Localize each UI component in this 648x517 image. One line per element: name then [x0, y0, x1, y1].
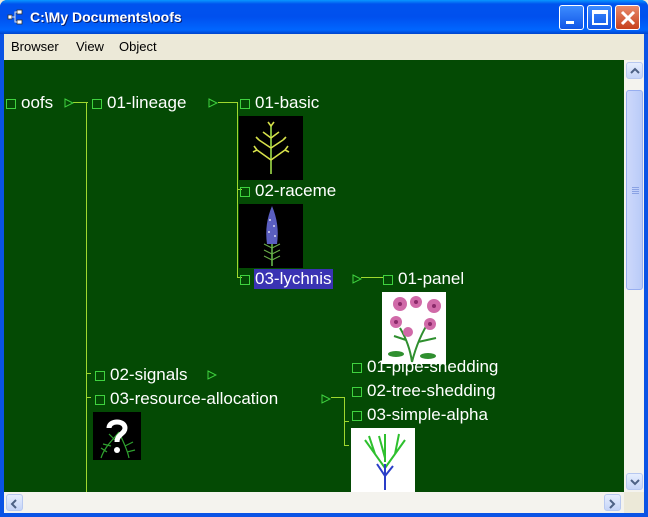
expand-arrow-icon[interactable] — [321, 394, 331, 404]
scrollbar-corner — [624, 492, 644, 513]
node-label: 01-lineage — [107, 93, 187, 112]
scroll-left-button[interactable] — [6, 494, 23, 511]
connector-line — [331, 397, 345, 398]
branching-diagram-thumbnail[interactable] — [351, 428, 415, 492]
node-box-icon — [240, 275, 250, 285]
expand-arrow-icon[interactable] — [208, 98, 218, 108]
question-thumbnail[interactable] — [93, 412, 141, 460]
plant-thumbnail-basic[interactable] — [239, 116, 303, 180]
connector-line — [344, 421, 349, 422]
minimize-icon — [566, 21, 574, 24]
client-area: Browser View Object oofs 01-lineage 01-b… — [4, 34, 644, 513]
window-title: C:\My Documents\oofs — [30, 9, 182, 25]
connector-line — [237, 102, 238, 278]
menu-bar: Browser View Object — [4, 34, 644, 58]
node-box-icon — [240, 187, 250, 197]
chevron-left-icon — [10, 499, 17, 509]
minimize-button[interactable] — [559, 5, 584, 30]
node-box-icon — [352, 387, 362, 397]
expand-arrow-icon[interactable] — [352, 274, 362, 284]
node-box-icon — [92, 99, 102, 109]
chevron-up-icon — [630, 67, 640, 74]
node-label: 01-pipe-shedding — [367, 357, 499, 376]
node-label: 02-tree-shedding — [367, 381, 496, 400]
node-label-selected: 03-lychnis — [254, 269, 333, 289]
close-button[interactable] — [615, 5, 640, 30]
tree-app-icon — [7, 9, 23, 25]
scroll-down-button[interactable] — [626, 473, 643, 490]
node-label: 02-raceme — [255, 181, 337, 200]
node-label: 02-signals — [110, 365, 188, 384]
node-box-icon — [240, 99, 250, 109]
node-box-icon — [95, 371, 105, 381]
vertical-scrollbar[interactable] — [624, 60, 644, 492]
expand-arrow-icon[interactable] — [207, 370, 217, 380]
node-label: oofs — [21, 93, 54, 112]
scroll-up-button[interactable] — [626, 62, 643, 79]
node-box-icon — [95, 395, 105, 405]
plant-thumbnail-raceme[interactable] — [239, 204, 303, 268]
connector-line — [86, 373, 91, 374]
connector-line — [218, 102, 238, 103]
node-box-icon — [6, 99, 16, 109]
connector-line — [344, 445, 349, 446]
node-box-icon — [352, 411, 362, 421]
connector-line — [361, 277, 383, 278]
chevron-right-icon — [609, 499, 616, 509]
title-bar[interactable]: C:\My Documents\oofs — [0, 0, 648, 34]
expand-arrow-icon[interactable] — [64, 98, 74, 108]
chevron-down-icon — [630, 479, 640, 486]
close-icon — [620, 10, 636, 26]
connector-line — [86, 102, 87, 492]
menu-view[interactable]: View — [76, 39, 104, 54]
node-label: 03-simple-alpha — [367, 405, 488, 424]
node-box-icon — [383, 275, 393, 285]
tree-view[interactable]: oofs 01-lineage 01-basic 02-raceme 03-ly… — [4, 60, 624, 492]
plant-thumbnail-panel[interactable] — [382, 292, 446, 364]
node-label: 01-panel — [398, 269, 465, 288]
node-box-icon — [352, 363, 362, 373]
maximize-icon — [592, 10, 608, 25]
node-label: 01-basic — [255, 93, 320, 112]
menu-object[interactable]: Object — [119, 39, 157, 54]
menu-browser[interactable]: Browser — [11, 39, 59, 54]
horizontal-scrollbar[interactable] — [4, 492, 624, 513]
maximize-button[interactable] — [587, 5, 612, 30]
node-label: 03-resource-allocation — [110, 389, 279, 408]
app-window: C:\My Documents\oofs Browser View Object — [0, 0, 648, 517]
vertical-scroll-thumb[interactable] — [626, 90, 643, 290]
connector-line — [86, 397, 91, 398]
scroll-right-button[interactable] — [604, 494, 621, 511]
